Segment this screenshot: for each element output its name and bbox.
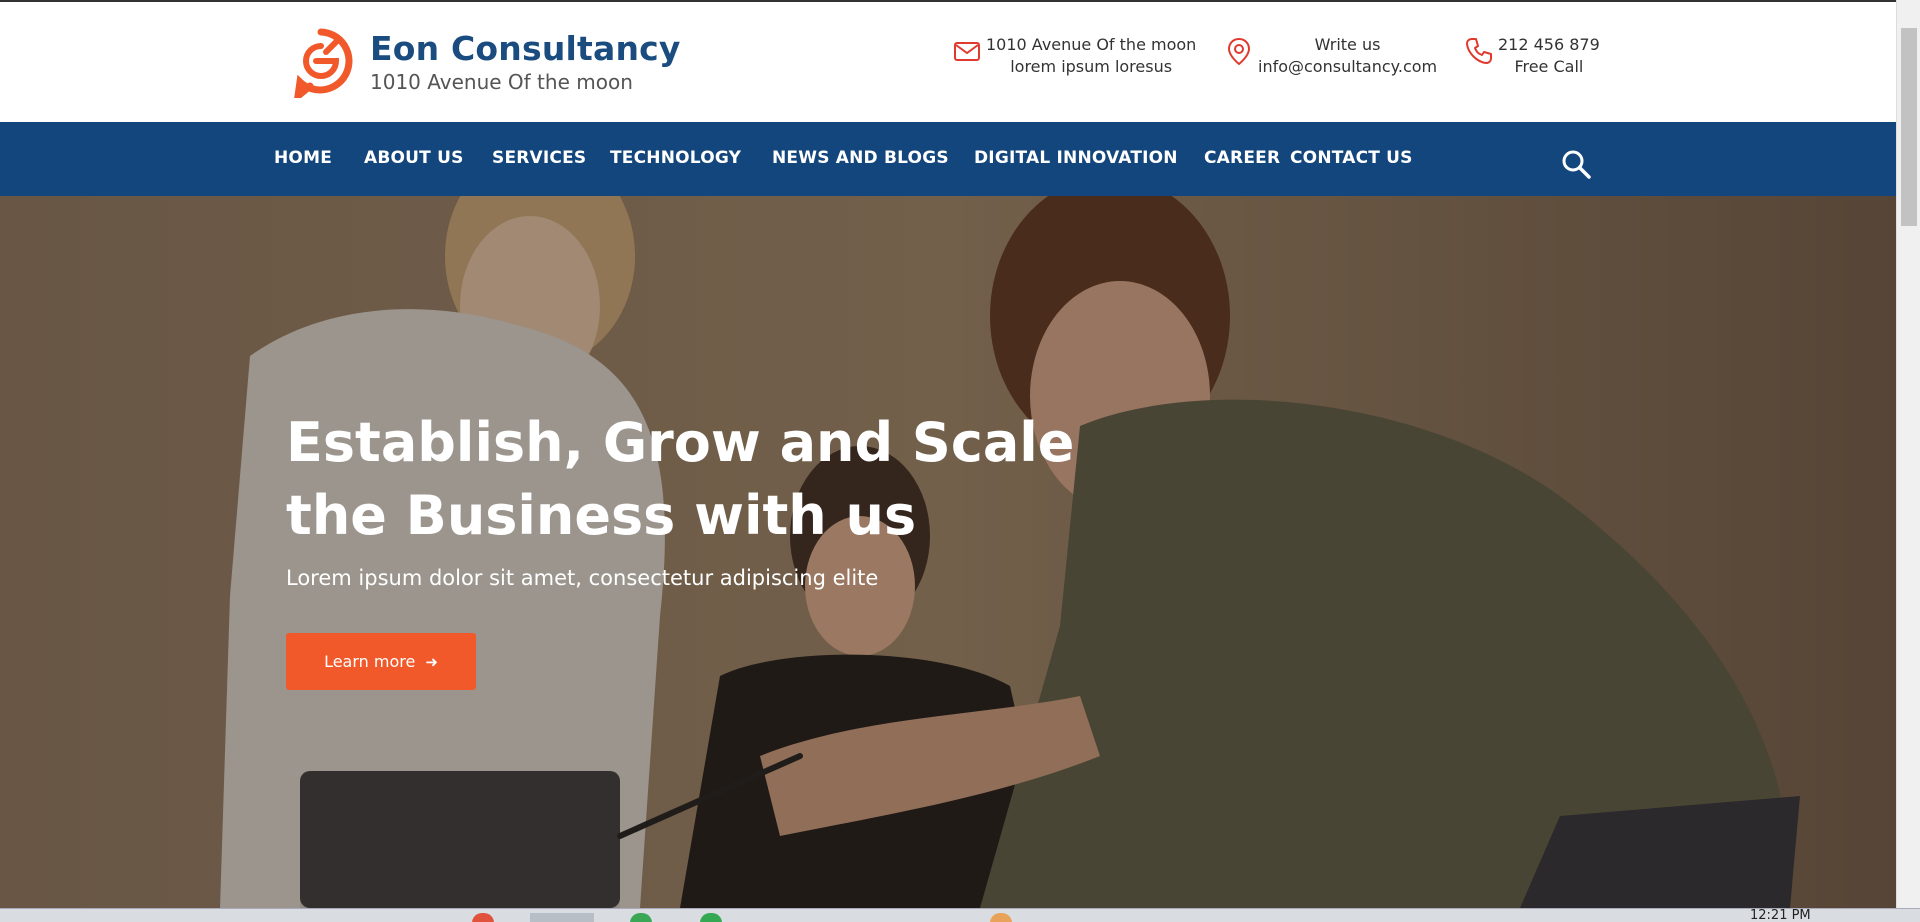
main-nav: HOME ABOUT US SERVICES TECHNOLOGY NEWS A…: [0, 122, 1896, 196]
hero-subtitle: Lorem ipsum dolor sit amet, consectetur …: [286, 566, 879, 590]
contact-phone-label: Free Call: [1514, 57, 1584, 76]
contact-email-label: Write us: [1314, 35, 1381, 54]
taskbar-active-app[interactable]: [530, 913, 594, 922]
brand-name: Eon Consultancy: [370, 29, 681, 68]
nav-item-home[interactable]: HOME: [274, 148, 332, 168]
site-logo[interactable]: Eon Consultancy 1010 Avenue Of the moon: [286, 26, 681, 98]
taskbar-app-icon[interactable]: [700, 913, 722, 922]
scrollbar-thumb[interactable]: [1901, 28, 1917, 226]
search-icon[interactable]: [1560, 148, 1592, 180]
site-header: Eon Consultancy 1010 Avenue Of the moon …: [0, 0, 1896, 122]
brand-tagline: 1010 Avenue Of the moon: [370, 70, 633, 94]
nav-item-digital-innovation[interactable]: DIGITAL INNOVATION: [974, 148, 1178, 168]
nav-item-career[interactable]: CAREER: [1204, 148, 1280, 168]
nav-item-contact-us[interactable]: CONTACT US: [1290, 148, 1413, 168]
page-scrollbar[interactable]: [1896, 0, 1920, 908]
taskbar-app-icon[interactable]: [630, 913, 652, 922]
browser-viewport: Eon Consultancy 1010 Avenue Of the moon …: [0, 0, 1920, 922]
hero-title-line2: the Business with us: [286, 484, 917, 547]
contact-address-line2: lorem ipsum loresus: [1010, 57, 1173, 76]
phone-icon: [1466, 38, 1492, 64]
nav-item-technology[interactable]: TECHNOLOGY: [610, 148, 741, 168]
hero-section: Establish, Grow and Scale the Business w…: [0, 196, 1896, 908]
contact-address: 1010 Avenue Of the moon lorem ipsum lore…: [952, 34, 1196, 78]
os-taskbar: 12:21 PM: [0, 908, 1920, 922]
hero-overlay: [0, 196, 1896, 908]
taskbar-app-icon[interactable]: [472, 913, 494, 922]
hero-title-line1: Establish, Grow and Scale: [286, 411, 1075, 474]
map-pin-icon: [1227, 37, 1251, 66]
envelope-icon: [954, 42, 980, 61]
logo-mark-icon: [294, 28, 353, 98]
contact-phone-number[interactable]: 212 456 879: [1498, 34, 1600, 56]
taskbar-app-icon[interactable]: [990, 913, 1012, 922]
arrow-right-icon: ➜: [425, 652, 438, 671]
learn-more-button[interactable]: Learn more ➜: [286, 633, 476, 690]
nav-item-about-us[interactable]: ABOUT US: [364, 148, 464, 168]
contact-email-address[interactable]: info@consultancy.com: [1258, 56, 1437, 78]
contact-email: Write us info@consultancy.com: [1224, 34, 1437, 78]
nav-item-news-and-blogs[interactable]: NEWS AND BLOGS: [772, 148, 949, 168]
nav-item-services[interactable]: SERVICES: [492, 148, 586, 168]
contact-address-line1: 1010 Avenue Of the moon: [986, 35, 1197, 54]
contact-phone: 212 456 879 Free Call: [1464, 34, 1600, 78]
learn-more-label: Learn more: [324, 652, 416, 671]
hero-title: Establish, Grow and Scale the Business w…: [286, 406, 1086, 552]
taskbar-clock[interactable]: 12:21 PM: [1750, 909, 1811, 922]
